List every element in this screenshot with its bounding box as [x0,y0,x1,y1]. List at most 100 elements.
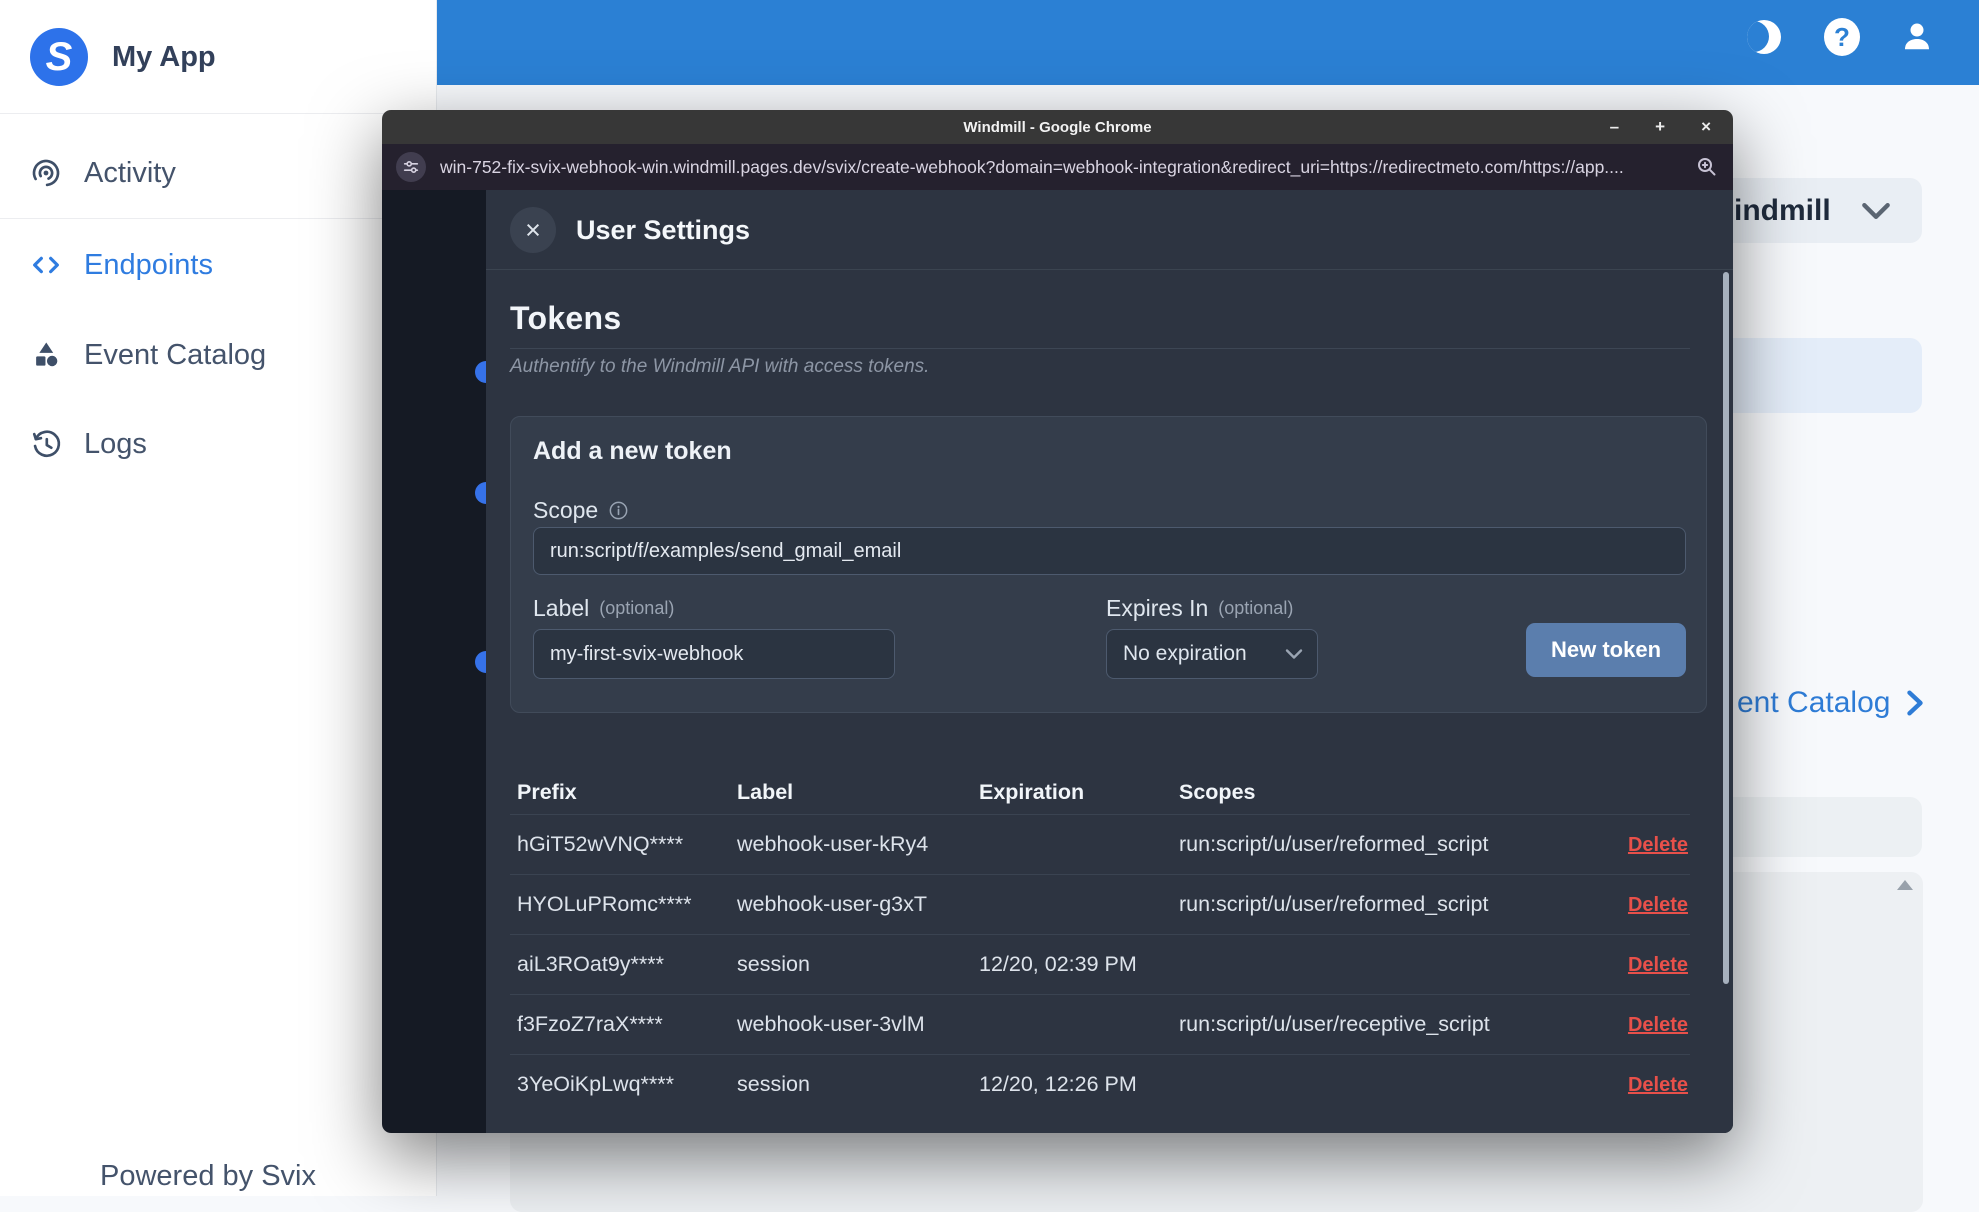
modal-header: × User Settings [486,190,1733,270]
sidebar-item-event-catalog[interactable]: Event Catalog [0,322,437,388]
close-window-button[interactable]: × [1701,117,1711,137]
table-header-row: Prefix Label Expiration Scopes [510,770,1690,814]
cell-prefix: 3YeOiKpLwq**** [517,1072,674,1096]
label-input[interactable] [533,629,895,679]
maximize-button[interactable]: + [1655,117,1665,137]
cell-label: webhook-user-g3xT [737,892,928,916]
label-field-label: Label (optional) [533,595,674,622]
sidebar-item-logs[interactable]: Logs [0,411,437,477]
cell-prefix: HYOLuPRomc**** [517,892,692,916]
chevron-down-icon [1861,202,1890,219]
delete-token-link[interactable]: Delete [1628,954,1688,976]
url-bar: win-752-fix-svix-webhook-win.windmill.pa… [382,144,1733,190]
table-row: HYOLuPRomc**** webhook-user-g3xT run:scr… [510,875,1690,934]
user-settings-modal: × User Settings Tokens Authentify to the… [486,190,1733,1133]
cell-expiration: 12/20, 02:39 PM [979,952,1137,976]
expires-optional-text: (optional) [1218,598,1294,618]
window-controls: – + × [1610,110,1711,144]
add-token-title: Add a new token [533,437,732,465]
window-title: Windmill - Google Chrome [963,118,1152,136]
zoom-page-icon[interactable] [1695,155,1719,179]
sidebar-divider [0,113,436,114]
table-row: hGiT52wVNQ**** webhook-user-kRy4 run:scr… [510,815,1690,874]
sidebar-divider [0,218,436,219]
sidebar-item-label: Activity [84,156,176,189]
page-root: { "colors": { "topbar_blue": "#2b80d4", … [0,0,1979,1212]
sidebar-item-label: Event Catalog [84,338,267,371]
chevron-right-icon [1907,690,1924,716]
cell-prefix: aiL3ROat9y**** [517,952,665,976]
address-url[interactable]: win-752-fix-svix-webhook-win.windmill.pa… [440,144,1692,190]
info-icon[interactable] [608,500,629,521]
site-settings-chip[interactable] [396,152,426,182]
table-row: 3YeOiKpLwq**** session 12/20, 12:26 PM D… [510,1055,1690,1114]
delete-token-link[interactable]: Delete [1628,894,1688,916]
sidebar-item-activity[interactable]: Activity [0,140,437,206]
col-header-label: Label [737,779,794,804]
sidebar: S My App Activity Endpoints Event Catalo… [0,0,437,1196]
cell-prefix: f3FzoZ7raX**** [517,1012,663,1036]
dark-mode-button[interactable] [1744,17,1784,57]
close-icon: × [525,214,541,245]
top-nav-bar: ? [437,0,1979,85]
expiration-selected-value: No expiration [1123,642,1247,665]
chevron-down-icon [1285,649,1303,659]
app-logo-row: S My App [30,17,410,97]
delete-token-link[interactable]: Delete [1628,834,1688,856]
event-catalog-link[interactable]: ent Catalog [1737,686,1926,720]
window-titlebar[interactable]: Windmill - Google Chrome – + × [382,110,1733,144]
sidebar-item-label: Logs [84,427,147,460]
tokens-section-title: Tokens [510,300,622,336]
cell-scopes: run:script/u/user/reformed_script [1179,892,1489,916]
scope-label: Scope [533,497,629,524]
scope-label-text: Scope [533,497,599,523]
cell-label: webhook-user-kRy4 [737,832,929,856]
event-catalog-link-label: ent Catalog [1737,686,1891,719]
close-modal-button[interactable]: × [510,207,556,253]
expiration-select[interactable]: No expiration [1106,629,1318,679]
backdrop-button-dot [475,482,486,504]
tune-icon [403,160,419,174]
expires-label-text: Expires In [1106,595,1209,621]
delete-token-link[interactable]: Delete [1628,1014,1688,1036]
cell-label: webhook-user-3vlM [737,1012,925,1036]
modal-scrollbar[interactable] [1723,272,1729,984]
help-button[interactable]: ? [1822,17,1862,57]
cell-label: session [737,1072,810,1096]
activity-icon [32,159,60,187]
svix-logo-icon: S [30,28,88,86]
delete-token-link[interactable]: Delete [1628,1074,1688,1096]
table-row: f3FzoZ7raX**** webhook-user-3vlM run:scr… [510,995,1690,1054]
col-header-expiration: Expiration [979,779,1085,804]
account-button[interactable] [1897,17,1937,57]
scope-input[interactable] [533,527,1686,575]
tokens-section-subtitle: Authentify to the Windmill API with acce… [510,356,930,377]
backdrop-button-dot [475,361,486,383]
cell-scopes: run:script/u/user/reformed_script [1179,832,1489,856]
minimize-button[interactable]: – [1610,117,1619,137]
shapes-icon [36,342,58,367]
table-row: aiL3ROat9y**** session 12/20, 02:39 PM D… [510,935,1690,994]
new-token-button[interactable]: New token [1526,623,1686,677]
modal-content: Tokens Authentify to the Windmill API wi… [486,270,1733,1133]
code-icon [33,256,59,274]
chrome-window: Windmill - Google Chrome – + × win-752-f… [382,110,1733,1133]
help-icon: ? [1824,18,1860,56]
cell-label: session [737,952,810,976]
section-divider [510,348,1690,349]
label-label-text: Label [533,595,590,621]
expires-field-label: Expires In (optional) [1106,595,1293,622]
add-token-card: Add a new token Scope Label (optional) [510,416,1707,713]
scroll-up-icon[interactable] [1897,880,1913,890]
cell-expiration: 12/20, 12:26 PM [979,1072,1137,1096]
col-header-prefix: Prefix [517,779,577,804]
sidebar-item-endpoints[interactable]: Endpoints [0,232,437,298]
backdrop-button-dot [475,651,486,673]
workspace-name: indmill [1734,193,1831,227]
col-header-scopes: Scopes [1179,779,1256,804]
cell-scopes: run:script/u/user/receptive_script [1179,1012,1490,1036]
powered-by-svix: Powered by Svix [100,1160,316,1192]
app-title: My App [112,40,216,73]
label-optional-text: (optional) [599,598,675,618]
tokens-table: Prefix Label Expiration Scopes hGiT52wVN… [510,770,1690,1114]
